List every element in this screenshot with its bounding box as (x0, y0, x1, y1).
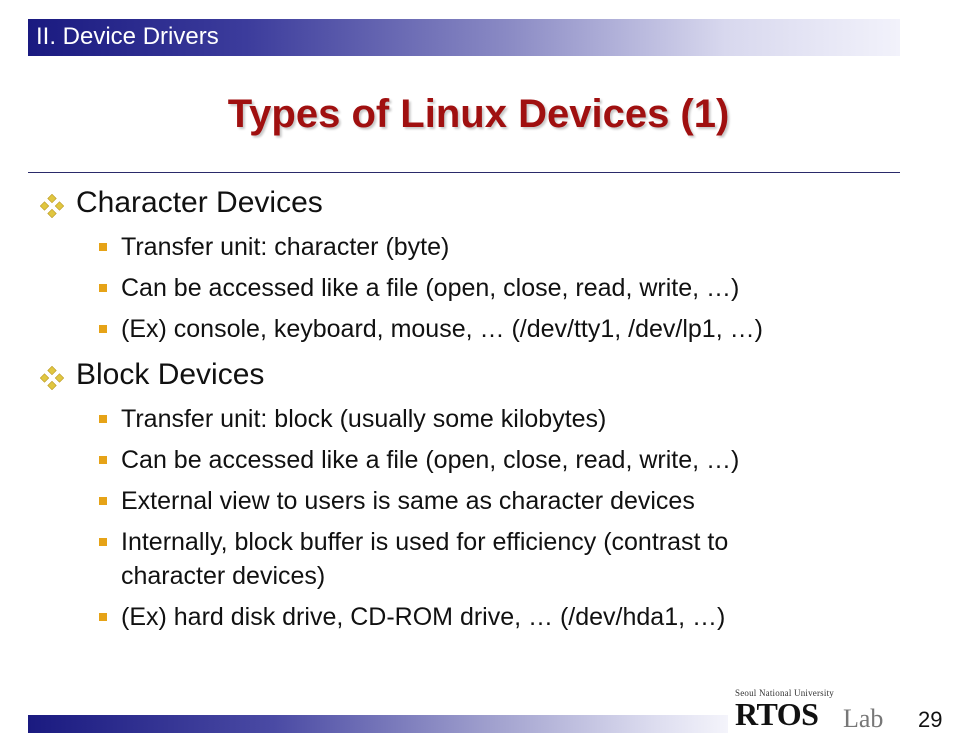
bullet-text: Can be accessed like a file (open, close… (121, 274, 740, 302)
four-diamond-icon (39, 363, 65, 391)
bullet-text: External view to users is same as charac… (121, 487, 695, 515)
logo-lab-text: Lab (843, 704, 884, 733)
bullet-item: External view to users is same as charac… (99, 484, 879, 518)
square-bullet-icon (99, 243, 107, 251)
square-bullet-icon (99, 325, 107, 333)
section-heading: Character Devices (39, 185, 323, 221)
rtos-lab-logo: Seoul National University RTOS Lab (735, 688, 905, 736)
footer-bar (28, 715, 728, 733)
bullet-item: (Ex) hard disk drive, CD-ROM drive, … (/… (99, 600, 879, 634)
bullet-item: Transfer unit: block (usually some kilob… (99, 402, 879, 436)
four-diamond-icon (39, 191, 65, 219)
section-heading-text: Block Devices (76, 358, 265, 391)
bullet-text: Transfer unit: block (usually some kilob… (121, 405, 607, 433)
bullet-item: Internally, block buffer is used for eff… (99, 525, 819, 593)
bullet-text: Internally, block buffer is used for eff… (121, 528, 729, 590)
bullet-item: Can be accessed like a file (open, close… (99, 443, 879, 477)
page-number: 29 (918, 707, 943, 732)
bullet-text: (Ex) hard disk drive, CD-ROM drive, … (/… (121, 603, 726, 631)
square-bullet-icon (99, 497, 107, 505)
square-bullet-icon (99, 415, 107, 423)
section-heading-text: Character Devices (76, 186, 323, 219)
section-heading: Block Devices (39, 357, 265, 393)
bullet-item: Can be accessed like a file (open, close… (99, 271, 879, 305)
bullet-text: Can be accessed like a file (open, close… (121, 446, 740, 474)
bullet-text: (Ex) console, keyboard, mouse, … (/dev/t… (121, 315, 763, 343)
square-bullet-icon (99, 538, 107, 546)
square-bullet-icon (99, 284, 107, 292)
slide-content: Character Devices Transfer unit: charact… (0, 0, 957, 739)
square-bullet-icon (99, 613, 107, 621)
bullet-item: (Ex) console, keyboard, mouse, … (/dev/t… (99, 312, 879, 346)
square-bullet-icon (99, 456, 107, 464)
bullet-item: Transfer unit: character (byte) (99, 230, 879, 264)
bullet-text: Transfer unit: character (byte) (121, 233, 450, 261)
logo-main-text: RTOS (735, 696, 819, 732)
